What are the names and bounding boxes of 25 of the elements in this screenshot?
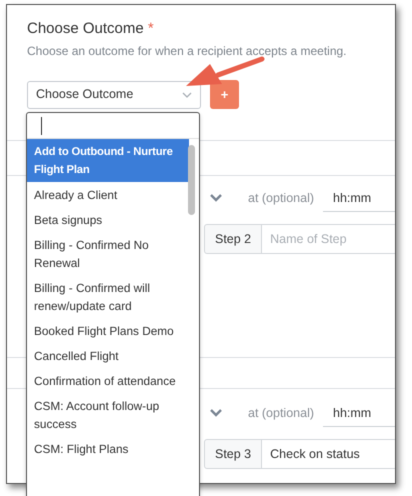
time-label: at (optional): [248, 190, 314, 207]
chevron-down-icon[interactable]: [210, 409, 222, 417]
dropdown-option[interactable]: CSM: Account follow-up success: [27, 393, 189, 436]
time-field[interactable]: hh:mm: [323, 184, 395, 212]
time-label: at (optional): [248, 404, 314, 422]
dropdown-option[interactable]: Billing - Confirmed will renew/update card: [27, 275, 189, 318]
field-description: Choose an outcome for when a recipient accepts a meeting.: [27, 43, 348, 60]
dropdown-option[interactable]: Beta signups: [27, 207, 189, 232]
dropdown-option[interactable]: CSM: Flight Plans: [27, 436, 189, 461]
dropdown-option[interactable]: Booked Flight Plans Demo: [27, 318, 189, 343]
outcome-select[interactable]: Choose Outcome: [27, 80, 201, 108]
dropdown-option[interactable]: Already a Client: [27, 182, 189, 207]
field-title: Choose Outcome *: [27, 19, 155, 39]
step-label: Step 2: [204, 224, 262, 254]
chevron-down-icon: [182, 92, 192, 98]
dropdown-option[interactable]: Add to Outbound - Nurture Flight Plan: [27, 139, 189, 182]
step-name-field[interactable]: Check on status: [262, 439, 395, 469]
step-name-field[interactable]: Name of Step: [262, 224, 395, 254]
dropdown-option[interactable]: Confirmation of attendance: [27, 368, 189, 393]
chevron-down-icon[interactable]: [210, 194, 222, 202]
scrollbar[interactable]: [188, 145, 195, 215]
dropdown-option[interactable]: Cancelled Flight: [27, 343, 189, 368]
dropdown-option[interactable]: Billing - Confirmed No Renewal: [27, 232, 189, 275]
step-label: Step 3: [204, 439, 262, 469]
time-field[interactable]: hh:mm: [323, 399, 395, 427]
